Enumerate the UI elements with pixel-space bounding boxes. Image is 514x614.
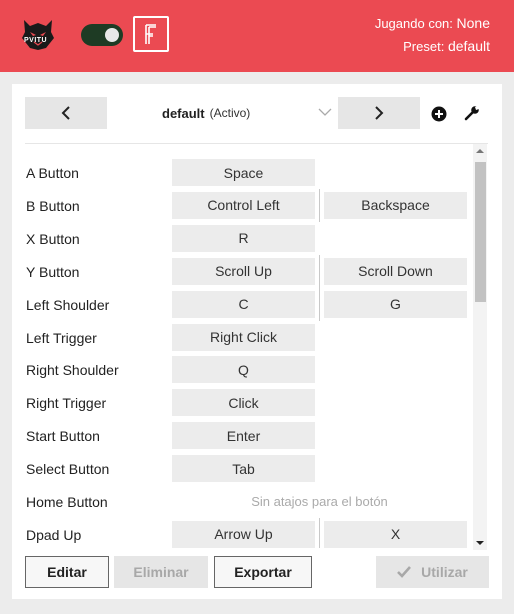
scrollbar[interactable] — [473, 144, 487, 550]
export-button[interactable]: Exportar — [214, 556, 312, 588]
mapping-row: B Button Control Left Backspace — [12, 188, 472, 222]
mapping-row: A Button Space — [12, 156, 472, 189]
mapping-row: Dpad Up Arrow Up X — [12, 517, 472, 548]
scroll-up-icon[interactable] — [476, 148, 484, 154]
chevron-right-icon — [375, 106, 384, 120]
mapping-label: Start Button — [26, 428, 100, 445]
key-separator — [319, 287, 320, 321]
mapping-label: Right Trigger — [26, 395, 107, 412]
primary-key-button[interactable]: Q — [172, 356, 315, 384]
mapping-row: Left Trigger Right Click — [12, 321, 472, 354]
secondary-key-button[interactable]: X — [324, 520, 467, 548]
mapping-row: Right Trigger Click — [12, 386, 472, 419]
toolbar-divider — [25, 143, 488, 144]
primary-key-button[interactable]: Space — [172, 159, 315, 186]
app-header: PVITU Jugando con: None Preset: default — [0, 0, 514, 72]
check-icon — [397, 566, 412, 578]
mapping-row: Right Shoulder Q — [12, 353, 472, 386]
mapping-row: Y Button Scroll Up Scroll Down — [12, 254, 472, 288]
playing-status: Jugando con: None — [375, 15, 490, 31]
mapping-row: X Button R — [12, 222, 472, 255]
mapping-row: Start Button Enter — [12, 419, 472, 452]
edit-button[interactable]: Editar — [25, 556, 109, 588]
playing-label: Jugando con: — [374, 16, 453, 31]
delete-button[interactable]: Eliminar — [114, 556, 208, 588]
chevron-left-icon — [61, 106, 70, 120]
primary-key-button[interactable]: Enter — [172, 422, 315, 450]
scroll-down-icon[interactable] — [476, 540, 484, 546]
mapping-label: Left Shoulder — [26, 296, 110, 313]
mapping-row: Home Button Sin atajos para el botón — [12, 485, 472, 518]
mapping-label: Dpad Up — [26, 526, 82, 543]
primary-key-button[interactable]: R — [172, 224, 315, 252]
key-separator — [319, 254, 320, 288]
mapping-row: Left Shoulder C G — [12, 287, 472, 321]
preset-state: (Activo) — [209, 106, 251, 120]
primary-key-button[interactable]: Right Click — [172, 323, 315, 351]
mapping-label: Home Button — [26, 494, 108, 510]
mapping-label: Right Shoulder — [26, 362, 119, 379]
previous-preset-button[interactable] — [25, 97, 107, 129]
primary-key-button[interactable]: Control Left — [172, 191, 315, 219]
preset-status: Preset: default — [403, 38, 490, 54]
use-button[interactable]: Utilizar — [376, 556, 489, 588]
mapping-list: A Button Space B Button Control Left Backspa… — [12, 156, 472, 548]
preset-value: default — [447, 38, 490, 54]
key-separator — [319, 517, 320, 548]
primary-key-button[interactable]: C — [172, 290, 315, 318]
secondary-key-button[interactable]: G — [324, 290, 467, 318]
chevron-down-icon — [318, 108, 332, 116]
mapping-panel: default (Activo) A Button Space B Button Co… — [12, 84, 502, 599]
mapping-label: Y Button — [26, 263, 80, 280]
add-circle-icon[interactable] — [431, 106, 447, 122]
preset-name: default — [162, 105, 205, 121]
primary-key-button[interactable]: Arrow Up — [172, 520, 315, 548]
logo — [18, 14, 58, 54]
mapping-label: A Button — [26, 165, 79, 181]
primary-key-button[interactable]: Tab — [172, 455, 315, 483]
secondary-key-button[interactable]: Scroll Down — [324, 257, 467, 285]
key-separator — [319, 188, 320, 222]
f-app-icon[interactable] — [133, 16, 169, 52]
mapping-row: Select Button Tab — [12, 452, 472, 485]
primary-key-button[interactable]: Scroll Up — [172, 257, 315, 285]
mapping-label: X Button — [26, 230, 80, 247]
primary-key-button[interactable]: Click — [172, 389, 315, 417]
mapping-label: Select Button — [26, 461, 110, 478]
no-binding-text: Sin atajos para el botón — [251, 494, 388, 509]
mapping-label: Left Trigger — [26, 329, 97, 346]
enable-toggle[interactable] — [81, 24, 123, 46]
logo-text: PVITU — [24, 37, 48, 44]
mapping-label: B Button — [26, 197, 80, 214]
wrench-icon[interactable] — [464, 105, 480, 121]
secondary-key-button[interactable]: Backspace — [324, 191, 467, 219]
toggle-knob — [105, 28, 119, 42]
preset-select[interactable]: default (Activo) — [162, 97, 332, 129]
use-button-label: Utilizar — [421, 564, 468, 580]
next-preset-button[interactable] — [338, 97, 420, 129]
scroll-thumb[interactable] — [475, 162, 486, 302]
preset-label: Preset: — [403, 39, 445, 54]
playing-value: None — [456, 15, 490, 31]
